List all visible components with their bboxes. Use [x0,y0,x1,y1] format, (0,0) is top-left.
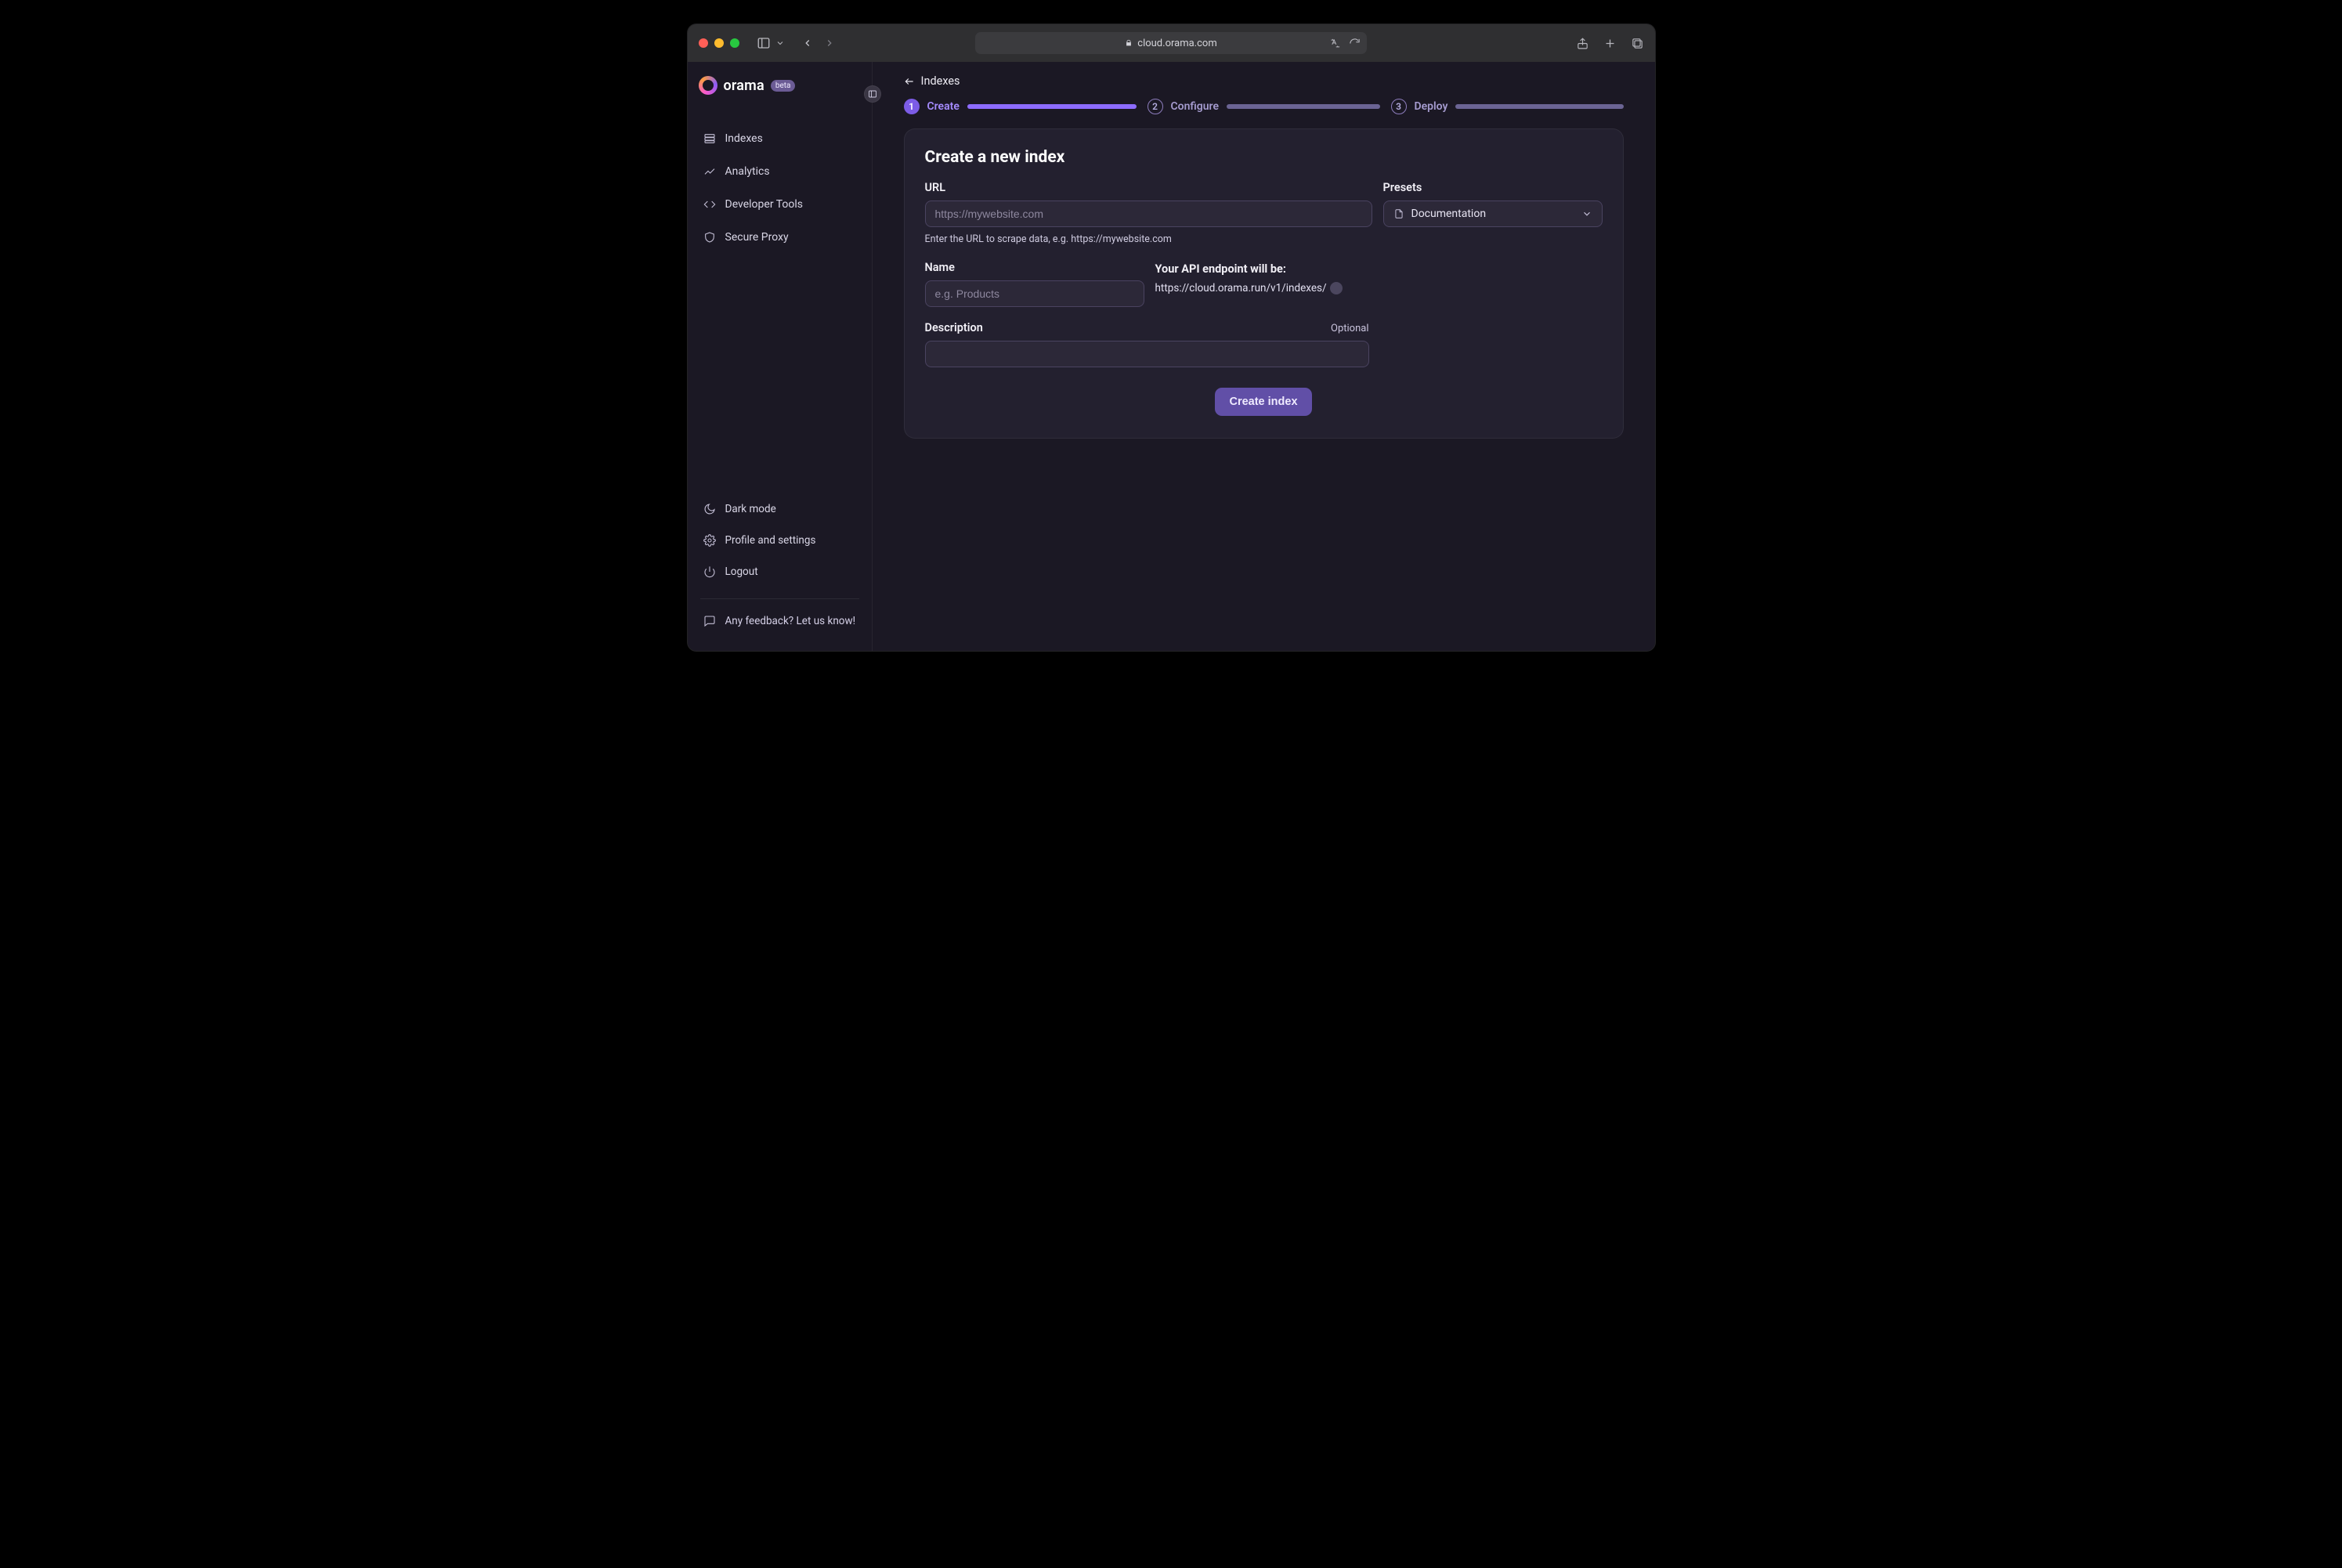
analytics-icon [703,165,716,178]
beta-badge: beta [771,80,796,92]
step-number: 1 [904,99,920,114]
chevron-down-icon [1581,208,1592,219]
maximize-window-button[interactable] [730,38,739,48]
window-controls [699,38,739,48]
power-icon [703,565,716,578]
field-url: URL Enter the URL to scrape data, e.g. h… [925,181,1372,245]
sidebar-item-logout[interactable]: Logout [697,558,862,586]
chevron-down-icon [775,38,785,48]
api-endpoint-title: Your API endpoint will be: [1155,262,1603,276]
browser-window: cloud.orama.com [687,23,1656,652]
sidebar-item-secure-proxy[interactable]: Secure Proxy [697,223,862,251]
share-icon[interactable] [1576,37,1589,50]
step-label: Deploy [1415,100,1448,113]
sidebar-bottom: Dark mode Profile and settings Logout [697,495,862,635]
card-title: Create a new index [925,148,1603,167]
presets-select[interactable]: Documentation [1383,201,1603,227]
sidebar-item-developer-tools[interactable]: Developer Tools [697,190,862,219]
sidebar-item-label: Profile and settings [725,534,816,547]
document-icon [1393,208,1404,219]
nav-arrows [802,38,835,49]
gear-icon [703,534,716,547]
new-tab-icon[interactable] [1603,37,1617,50]
api-endpoint-slug-placeholder [1330,282,1343,294]
form-actions: Create index [925,388,1603,416]
description-input[interactable] [925,341,1369,367]
field-description-header: Description Optional [925,321,1369,334]
brand-logo-icon [699,76,717,95]
create-index-card: Create a new index URL Enter the URL to … [904,128,1624,439]
api-endpoint-url: https://cloud.orama.run/v1/indexes/ [1155,282,1603,294]
step-create[interactable]: 1 Create [904,99,1137,114]
browser-chrome: cloud.orama.com [688,24,1655,62]
step-number: 3 [1391,99,1407,114]
field-name: Name [925,261,1144,307]
description-optional: Optional [1331,323,1368,334]
shield-icon [703,231,716,244]
sidebar-item-label: Developer Tools [725,198,804,211]
minimize-window-button[interactable] [714,38,724,48]
brand-name: orama [724,78,764,94]
step-progress-bar [967,104,1137,109]
sidebar-item-label: Analytics [725,165,770,178]
address-bar-url: cloud.orama.com [1137,38,1216,49]
create-index-button[interactable]: Create index [1215,388,1311,416]
step-progress-bar [1455,104,1623,109]
api-endpoint-base: https://cloud.orama.run/v1/indexes/ [1155,282,1327,294]
chat-icon [703,615,716,627]
app-page: orama beta Indexes Analytics [688,62,1655,651]
brand[interactable]: orama beta [697,73,862,109]
address-bar[interactable]: cloud.orama.com [975,32,1367,54]
breadcrumb-label: Indexes [921,74,960,88]
chrome-right-actions [1576,37,1644,50]
step-deploy[interactable]: 3 Deploy [1391,99,1624,114]
database-icon [703,132,716,145]
main-content: Indexes 1 Create 2 Configure 3 Deploy [873,62,1655,651]
sidebar-item-label: Dark mode [725,503,776,515]
sidebar-item-analytics[interactable]: Analytics [697,157,862,186]
translate-icon[interactable] [1329,38,1341,49]
stepper: 1 Create 2 Configure 3 Deploy [904,99,1624,128]
url-label: URL [925,181,1372,194]
presets-selected: Documentation [1411,208,1487,220]
tabs-overview-icon[interactable] [1631,37,1644,50]
close-window-button[interactable] [699,38,708,48]
nav-forward-button[interactable] [824,38,835,49]
sidebar-item-indexes[interactable]: Indexes [697,125,862,153]
sidebar-item-dark-mode[interactable]: Dark mode [697,495,862,523]
reload-icon[interactable] [1349,38,1361,49]
app-sidebar: orama beta Indexes Analytics [688,62,873,651]
sidebar-item-label: Logout [725,565,758,578]
breadcrumb-back[interactable]: Indexes [904,70,1624,99]
step-number: 2 [1148,99,1163,114]
step-label: Configure [1171,100,1219,113]
feedback-link[interactable]: Any feedback? Let us know! [697,607,862,635]
moon-icon [703,503,716,515]
step-configure[interactable]: 2 Configure [1148,99,1380,114]
name-label: Name [925,261,1144,274]
sidebar-icon [757,36,771,50]
sidebar-item-label: Indexes [725,132,763,145]
step-progress-bar [1227,104,1380,109]
sidebar-item-profile-settings[interactable]: Profile and settings [697,526,862,555]
code-icon [703,198,716,211]
description-label: Description [925,321,983,334]
sidebar-toggle-button[interactable] [757,36,785,50]
sidebar-collapse-button[interactable] [864,85,881,103]
name-input[interactable] [925,280,1144,307]
lock-icon [1125,39,1133,47]
api-endpoint-block: Your API endpoint will be: https://cloud… [1155,261,1603,294]
feedback-label: Any feedback? Let us know! [725,615,856,627]
divider [700,598,859,599]
sidebar-item-label: Secure Proxy [725,231,789,244]
field-presets: Presets Documentation [1383,181,1603,227]
sidebar-nav: Indexes Analytics Developer Tools [697,125,862,251]
url-input[interactable] [925,201,1372,227]
nav-back-button[interactable] [802,38,813,49]
arrow-left-icon [904,76,915,87]
url-hint: Enter the URL to scrape data, e.g. https… [925,233,1372,245]
presets-label: Presets [1383,181,1603,194]
step-label: Create [927,100,960,113]
